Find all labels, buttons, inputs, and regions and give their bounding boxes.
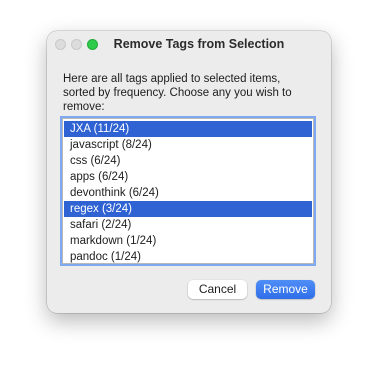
tag-list-item[interactable]: markdown (1/24) [64, 233, 312, 249]
dialog-window: Remove Tags from Selection Here are all … [47, 31, 331, 313]
tag-list-item[interactable]: javascript (8/24) [64, 137, 312, 153]
tag-list-item[interactable]: devonthink (6/24) [64, 185, 312, 201]
tag-list-item[interactable]: apps (6/24) [64, 169, 312, 185]
prompt-text: Here are all tags applied to selected it… [63, 73, 292, 113]
window-title: Remove Tags from Selection [113, 37, 285, 51]
tag-list-item[interactable]: JXA (11/24) [64, 121, 312, 137]
tag-list-item[interactable]: css (6/24) [64, 153, 312, 169]
cancel-button[interactable]: Cancel [188, 280, 247, 299]
title-bar[interactable]: Remove Tags from Selection [47, 31, 331, 58]
remove-button[interactable]: Remove [256, 280, 315, 299]
tag-list-item[interactable]: safari (2/24) [64, 217, 312, 233]
tags-list[interactable]: JXA (11/24) javascript (8/24) css (6/24)… [60, 116, 316, 266]
tag-list-item[interactable]: pandoc (1/24) [64, 249, 312, 265]
tag-list-item[interactable]: regex (3/24) [64, 201, 312, 217]
